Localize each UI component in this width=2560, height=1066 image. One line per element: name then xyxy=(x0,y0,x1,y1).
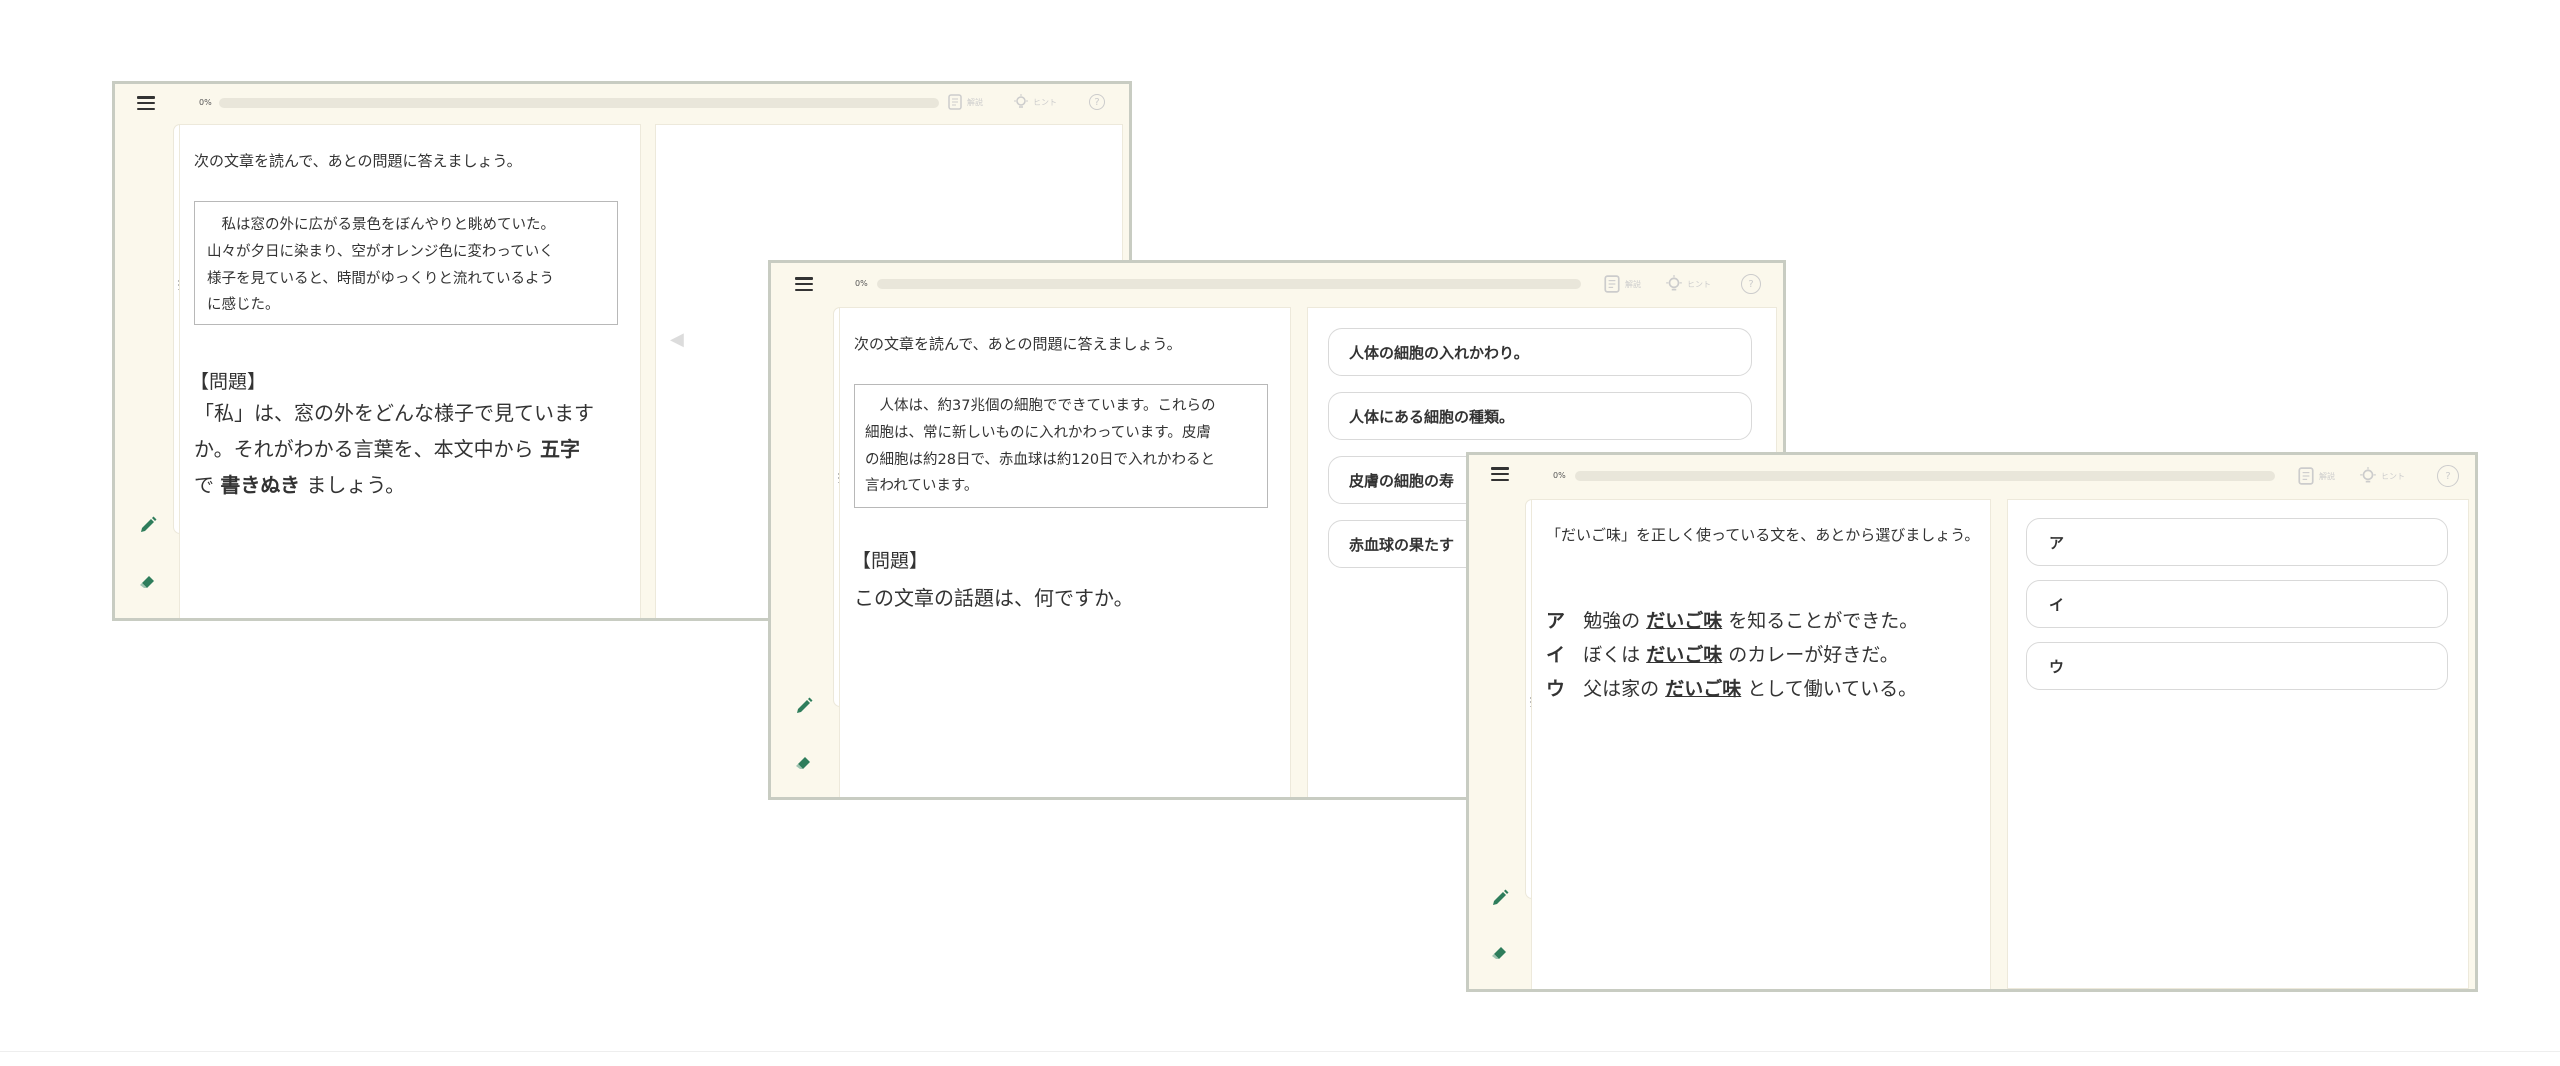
question-line-text: で xyxy=(194,473,214,497)
instruction-text: 次の文章を読んで、あとの問題に答えましょう。 xyxy=(194,152,522,170)
help-button[interactable]: ? xyxy=(2437,465,2459,487)
question-emphasis: 書きぬき xyxy=(220,473,300,497)
instruction-text: 次の文章を読んで、あとの問題に答えましょう。 xyxy=(854,335,1182,353)
answer-option-label: イ xyxy=(2049,595,2065,614)
prev-arrow-icon[interactable]: ◀ xyxy=(670,329,684,350)
progress-label: 0% xyxy=(1553,471,1566,480)
passage-line: 言われています。 xyxy=(865,478,979,495)
passage-line: 人体は、約37兆個の細胞でできています。これらの xyxy=(879,398,1216,414)
reading-passage: 人体は、約37兆個の細胞でできています。これらの 細胞は、常に新しいものに入れか… xyxy=(854,384,1268,508)
pen-icon[interactable] xyxy=(793,695,815,717)
answer-option-label: 皮膚の細胞の寿 xyxy=(1349,471,1455,490)
progress-label: 0% xyxy=(855,279,868,288)
hint-label: ヒント xyxy=(1687,279,1711,289)
question-emphasis: 五字 xyxy=(539,437,580,461)
question-heading: 【問題】 xyxy=(190,371,267,393)
choice-line: ア 勉強の だいご味 を知ることができた。 xyxy=(1546,604,1918,638)
choice-letter: ウ xyxy=(1546,678,1566,701)
passage-line: 様子を見ていると、時間がゆっくりと流れているよう xyxy=(207,270,554,287)
choice-list: ア 勉強の だいご味 を知ることができた。 イ ぼくは だいご味 のカレーが好き… xyxy=(1546,604,1918,707)
question-line-text: か。それがわかる言葉を、本文中から xyxy=(194,437,534,461)
answer-option-label: 赤血球の果たす xyxy=(1349,535,1455,554)
explain-button[interactable]: 解説 xyxy=(2297,467,2335,485)
hint-button[interactable]: ヒント xyxy=(1665,275,1711,293)
choice-text: として働いている。 xyxy=(1747,678,1918,701)
question-line: か。それがわかる言葉を、本文中から 五字 xyxy=(194,431,634,467)
answer-option-label: ウ xyxy=(2049,657,2065,676)
menu-button[interactable] xyxy=(137,96,155,110)
passage-line: の細胞は約28日で、赤血球は約120日で入れかわると xyxy=(865,451,1216,468)
answer-pane: ア イ ウ xyxy=(2007,499,2469,989)
question-pane: 「だいご味」を正しく使っている文を、あとから選びましょう。 ア 勉強の だいご味… xyxy=(1531,499,1991,989)
choice-text: 父は家の xyxy=(1583,678,1660,701)
explain-label: 解説 xyxy=(2319,471,2335,481)
explain-label: 解説 xyxy=(1625,279,1641,289)
explain-label: 解説 xyxy=(967,97,983,107)
question-heading: 【問題】 xyxy=(852,550,929,572)
choice-text: を知ることができた。 xyxy=(1728,610,1919,632)
help-label: ? xyxy=(2445,470,2451,482)
progress-label: 0% xyxy=(199,98,212,107)
choice-line: ウ 父は家の だいご味 として働いている。 xyxy=(1546,672,1918,706)
question-text: 「私」は、窓の外をどんな様子で見ています か。それがわかる言葉を、本文中から 五… xyxy=(194,395,634,503)
progress-bar xyxy=(219,98,939,108)
choice-letter: イ xyxy=(1546,644,1566,667)
help-button[interactable]: ? xyxy=(1089,94,1105,110)
help-label: ? xyxy=(1094,96,1100,108)
lightbulb-icon xyxy=(1666,275,1682,291)
hint-label: ヒント xyxy=(2381,471,2405,481)
choice-emphasis: だいご味 xyxy=(1665,678,1742,701)
help-label: ? xyxy=(1748,278,1754,290)
passage-line: 細胞は、常に新しいものに入れかわっています。皮膚 xyxy=(865,424,1211,441)
hint-button[interactable]: ヒント xyxy=(2359,467,2405,485)
choice-letter: ア xyxy=(1546,610,1566,632)
choice-text: 勉強の xyxy=(1583,610,1641,632)
choice-line: イ ぼくは だいご味 のカレーが好きだ。 xyxy=(1546,638,1918,672)
question-pane: 次の文章を読んで、あとの問題に答えましょう。 私は窓の外に広がる景色をぼんやりと… xyxy=(179,124,641,618)
divider xyxy=(0,1051,2560,1052)
answer-option[interactable]: 人体の細胞の入れかわり。 xyxy=(1328,328,1752,376)
progress-bar xyxy=(877,279,1581,289)
passage-line: 山々が夕日に染まり、空がオレンジ色に変わっていく xyxy=(207,243,554,260)
passage-line: に感じた。 xyxy=(207,297,280,314)
hint-button[interactable]: ヒント xyxy=(1013,94,1057,110)
hint-label: ヒント xyxy=(1033,97,1057,107)
eraser-icon[interactable] xyxy=(1489,941,1511,963)
exercise-window-3: 0% 解説 ヒント ? 「だいご味」を正しく使っている文を、あとから選びましょう… xyxy=(1466,452,2478,992)
eraser-icon[interactable] xyxy=(793,751,815,773)
document-icon xyxy=(948,94,962,110)
explain-button[interactable]: 解説 xyxy=(947,94,983,110)
passage-line: 私は窓の外に広がる景色をぼんやりと眺めていた。 xyxy=(221,217,556,233)
eraser-icon[interactable] xyxy=(137,570,159,592)
choice-text: ぼくは xyxy=(1583,644,1641,667)
question-text: この文章の話題は、何ですか。 xyxy=(854,586,1134,610)
answer-option-label: ア xyxy=(2049,533,2065,552)
answer-option[interactable]: イ xyxy=(2026,580,2448,628)
choice-emphasis: だいご味 xyxy=(1646,610,1723,632)
answer-option-label: 人体の細胞の入れかわり。 xyxy=(1349,343,1529,362)
menu-button[interactable] xyxy=(1491,467,1509,481)
answer-option-label: 人体にある細胞の種類。 xyxy=(1349,407,1515,426)
progress-bar xyxy=(1575,471,2275,481)
answer-option[interactable]: ア xyxy=(2026,518,2448,566)
instruction-text: 「だいご味」を正しく使っている文を、あとから選びましょう。 xyxy=(1546,526,1980,544)
menu-button[interactable] xyxy=(795,277,813,291)
question-line: 「私」は、窓の外をどんな様子で見ています xyxy=(194,401,594,425)
explain-button[interactable]: 解説 xyxy=(1603,275,1641,293)
document-icon xyxy=(1604,275,1620,293)
answer-option[interactable]: ウ xyxy=(2026,642,2448,690)
choice-emphasis: だいご味 xyxy=(1646,644,1723,667)
help-button[interactable]: ? xyxy=(1741,274,1761,294)
lightbulb-icon xyxy=(1014,94,1028,108)
question-line-text: ましょう。 xyxy=(306,473,406,497)
lightbulb-icon xyxy=(2360,467,2376,483)
choice-text: のカレーが好きだ。 xyxy=(1728,644,1899,667)
reading-passage: 私は窓の外に広がる景色をぼんやりと眺めていた。 山々が夕日に染まり、空がオレンジ… xyxy=(194,201,618,325)
question-pane: 次の文章を読んで、あとの問題に答えましょう。 人体は、約37兆個の細胞でできてい… xyxy=(839,307,1291,797)
pen-icon[interactable] xyxy=(137,514,159,536)
answer-option[interactable]: 人体にある細胞の種類。 xyxy=(1328,392,1752,440)
pen-icon[interactable] xyxy=(1489,887,1511,909)
document-icon xyxy=(2298,467,2314,485)
question-line: で 書きぬき ましょう。 xyxy=(194,467,634,503)
